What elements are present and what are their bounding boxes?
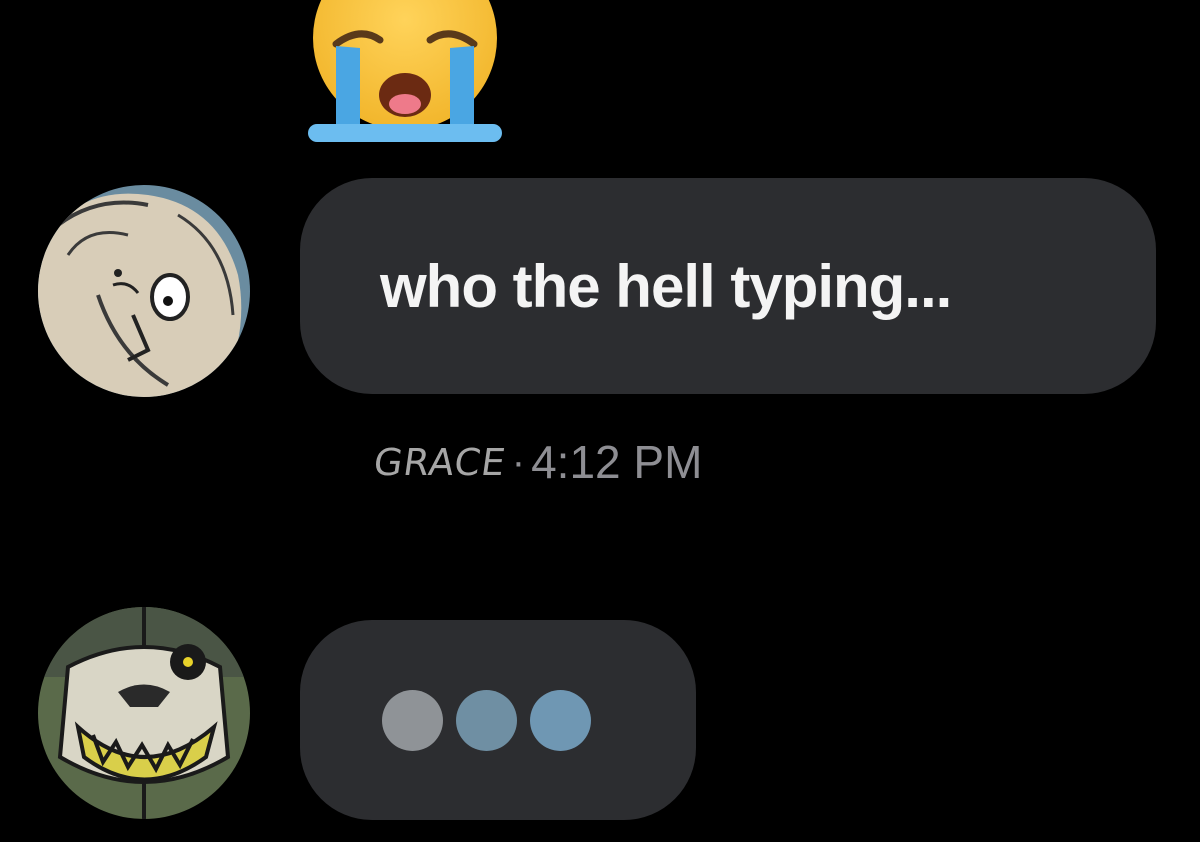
grace-avatar-icon (38, 185, 250, 397)
message-text: who the hell typing... (380, 252, 952, 320)
typing-dot (456, 689, 517, 751)
chat-thread: who the hell typing... GRACE · 4:12 PM (0, 0, 1200, 842)
sender-name: GRACE (370, 440, 509, 484)
crying-face-icon (308, 0, 502, 142)
message-reaction[interactable] (308, 0, 502, 145)
message-bubble[interactable]: who the hell typing... (300, 178, 1156, 394)
avatar-typing-user[interactable] (38, 607, 250, 819)
meta-separator: · (511, 439, 526, 484)
typing-dot (530, 689, 591, 751)
avatar-grace[interactable] (38, 185, 250, 397)
message-meta: GRACE · 4:12 PM (370, 432, 703, 492)
skull-avatar-icon (38, 607, 250, 819)
message-timestamp: 4:12 PM (531, 436, 703, 488)
typing-dot (382, 689, 443, 751)
typing-indicator-bubble (300, 620, 696, 820)
